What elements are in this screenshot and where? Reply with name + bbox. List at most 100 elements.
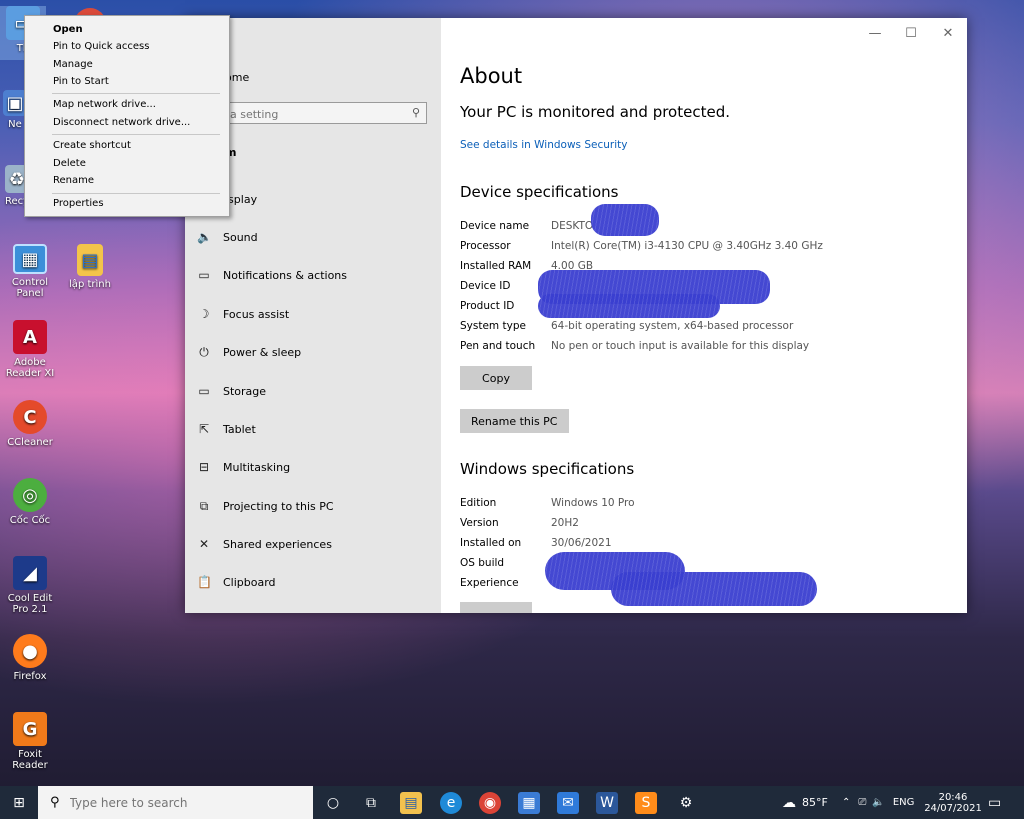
menu-item-open[interactable]: Open [53,24,83,35]
taskbar-chrome[interactable]: ◉ [479,792,501,814]
desktop-icon-foxit-reader[interactable]: G Foxit Reader [0,712,60,771]
nav-item-focus-assist[interactable]: ☽ Focus assist [197,303,290,325]
windows-security-link[interactable]: See details in Windows Security [460,139,627,151]
menu-item-create-shortcut[interactable]: Create shortcut [53,140,131,151]
nav-item-label: Sound [223,230,258,244]
network-icon[interactable]: ⎚ [858,797,866,808]
coc-coc-icon: ◎ [13,478,47,512]
spec-experience: Experience [460,574,551,592]
rename-pc-button[interactable]: Rename this PC [460,409,569,433]
spec-device-name: Device name DESKTO [460,217,593,235]
nav-item-tablet[interactable]: ⇱ Tablet [197,418,256,440]
spec-value: 30/06/2021 [551,537,612,549]
spec-label: OS build [460,557,505,569]
desktop-icon-label: Control Panel [11,277,49,299]
desktop-icon-label: Foxit Reader [12,749,48,771]
redaction-scribble [611,572,817,606]
language-indicator[interactable]: ENG [893,797,915,808]
nav-item-label: Shared experiences [223,537,332,551]
desktop-icon-cool-edit-pro[interactable]: ◢ Cool Edit Pro 2.1 [0,556,60,615]
nav-item-label: Notifications & actions [223,268,348,282]
taskbar-settings[interactable]: ⚙ [675,792,697,814]
menu-item-disconnect-network-drive[interactable]: Disconnect network drive... [53,117,190,128]
taskbar-file-explorer[interactable]: ▤ [400,792,422,814]
cortana-icon: ○ [326,795,340,811]
projector-icon: ⧉ [199,498,209,513]
desktop-icon-control-panel[interactable]: ▦ Control Panel [0,244,60,299]
volume-icon[interactable]: 🔈 [872,797,884,808]
taskbar-mail[interactable]: ✉ [557,792,579,814]
tray-icons: ⌃ ⎚ 🔈 ENG [842,786,914,819]
menu-item-pin-start[interactable]: Pin to Start [53,76,109,87]
spec-installed-on: Installed on 30/06/2021 [460,534,612,552]
menu-item-delete[interactable]: Delete [53,158,86,169]
weather-widget[interactable]: ☁ 85°F [782,786,828,819]
menu-separator [52,193,220,194]
nav-item-sound[interactable]: 🔈 Sound [197,226,258,248]
word-icon: W [600,795,614,811]
spec-value: 20H2 [551,517,579,529]
nav-item-power-sleep[interactable]: ⏻ Power & sleep [197,341,301,363]
spec-label: Version [460,517,499,529]
settings-search-input[interactable] [224,103,402,125]
about-panel: — ☐ ✕ About Your PC is monitored and pro… [441,18,967,613]
nav-item-label: Tablet [223,422,256,436]
nav-item-label: Multitasking [223,460,291,474]
clipboard-icon: 📋 [197,575,212,589]
taskbar-sublime[interactable]: S [635,792,657,814]
cortana-button[interactable]: ○ [322,792,344,814]
taskbar-store[interactable]: ▦ [518,792,540,814]
taskbar-search-input[interactable] [67,794,302,811]
nav-item-multitasking[interactable]: ⊟ Multitasking [197,456,290,478]
folder-icon: ▤ [77,244,103,276]
nav-item-clipboard[interactable]: 📋 Clipboard [197,571,276,593]
close-button[interactable]: ✕ [936,26,960,42]
taskbar-search[interactable]: ⚲ [38,786,313,819]
menu-item-properties[interactable]: Properties [53,198,104,209]
desktop-icon-label: CCleaner [7,437,53,448]
maximize-button[interactable]: ☐ [899,26,923,42]
spec-value: Intel(R) Core(TM) i3-4130 CPU @ 3.40GHz … [551,240,823,252]
spec-label: Pen and touch [460,340,536,352]
firefox-icon: ● [13,634,47,668]
desktop-icon-coc-coc[interactable]: ◎ Cốc Cốc [0,478,60,526]
task-view-button[interactable]: ⧉ [360,792,382,814]
tablet-icon: ⇱ [198,422,210,436]
notification-center-button[interactable]: ▭ [988,786,1001,819]
menu-separator [52,93,220,94]
menu-item-manage[interactable]: Manage [53,59,93,70]
menu-item-rename[interactable]: Rename [53,175,94,186]
menu-item-pin-quick-access[interactable]: Pin to Quick access [53,41,149,52]
start-button[interactable]: ⊞ [8,792,30,814]
notification-icon: ▭ [988,794,1002,811]
spec-value: Windows 10 Pro [551,497,635,509]
nav-item-storage[interactable]: ▭ Storage [197,380,266,402]
desktop-icon-label: Cốc Cốc [9,515,51,526]
nav-item-notifications[interactable]: ▭ Notifications & actions [197,264,347,286]
spec-label: Installed RAM [460,260,532,272]
desktop-icon-ccleaner[interactable]: C CCleaner [0,400,60,448]
settings-search[interactable]: ⚲ [223,102,427,125]
desktop-icon-lap-trinh[interactable]: ▤ lập trình [60,244,120,290]
desktop-icon-firefox[interactable]: ● Firefox [0,634,60,682]
redaction-scribble [591,204,659,236]
menu-item-map-network-drive[interactable]: Map network drive... [53,99,156,110]
taskbar-word[interactable]: W [596,792,618,814]
copy-device-specs-button[interactable]: Copy [460,366,532,390]
nav-item-projecting[interactable]: ⧉ Projecting to this PC [197,495,334,517]
clock[interactable]: 20:46 24/07/2021 [924,786,982,819]
spec-label: System type [460,320,526,332]
chevron-up-icon[interactable]: ⌃ [842,797,850,808]
cool-edit-pro-icon: ◢ [13,556,47,590]
speaker-icon: 🔈 [197,230,212,244]
nav-item-shared-experiences[interactable]: ✕ Shared experiences [197,533,332,555]
taskbar-edge[interactable]: e [440,792,462,814]
adobe-reader-icon: A [13,320,47,354]
minimize-button[interactable]: — [863,26,887,42]
ccleaner-icon: C [13,400,47,434]
desktop-icon-adobe-reader[interactable]: A Adobe Reader XI [0,320,60,379]
spec-value: 64-bit operating system, x64-based proce… [551,320,794,332]
nav-item-label: Focus assist [223,307,290,321]
desktop-icon-label: Cool Edit Pro 2.1 [7,593,53,615]
copy-windows-specs-button[interactable] [460,602,532,613]
